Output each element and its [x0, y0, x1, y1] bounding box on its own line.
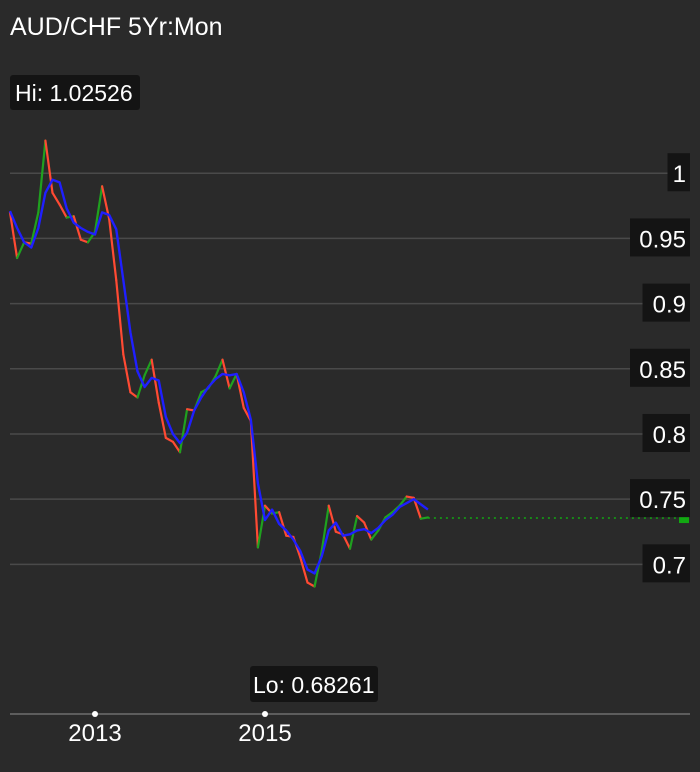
price-segment [122, 353, 132, 394]
x-tick-label: 2015 [238, 720, 291, 747]
price-segment [178, 408, 189, 454]
price-segment [164, 436, 175, 443]
price-line-layer [8, 139, 430, 588]
x-tick-layer: 2013 2015 [68, 711, 292, 747]
lo-label: Lo: 0.68261 [253, 672, 375, 698]
price-segment [419, 516, 430, 520]
y-tick-label: 0.7 [653, 552, 686, 579]
price-segment [306, 581, 316, 588]
price-segment [79, 238, 90, 244]
price-segment [115, 279, 125, 356]
y-tick-label: 1 [673, 161, 686, 188]
hi-label: Hi: 1.02526 [15, 80, 133, 106]
grid-layer [10, 172, 690, 566]
y-tick-label: 0.8 [653, 422, 686, 449]
x-tick-label: 2013 [68, 720, 121, 747]
price-segment [51, 191, 61, 206]
price-segment [143, 358, 153, 377]
price-segment [15, 241, 26, 260]
price-segment [355, 514, 366, 524]
chart-svg: 2013 2015 0.7 0.75 0.8 0.85 0.9 0.95 1 AUD/CHF … [8, 13, 690, 747]
price-segment [129, 391, 139, 399]
y-tick-label: 0.95 [639, 226, 686, 253]
x-tick-dot [262, 711, 268, 717]
y-tick-label: 0.85 [639, 357, 686, 384]
y-tick-label: 0.9 [653, 292, 686, 319]
x-tick-dot [92, 711, 98, 717]
chart-title: AUD/CHF 5Yr:Mon [10, 13, 223, 41]
chart-container: 2013 2015 0.7 0.75 0.8 0.85 0.9 0.95 1 AUD/CHF … [0, 0, 700, 772]
y-tick-label: 0.75 [639, 487, 686, 514]
